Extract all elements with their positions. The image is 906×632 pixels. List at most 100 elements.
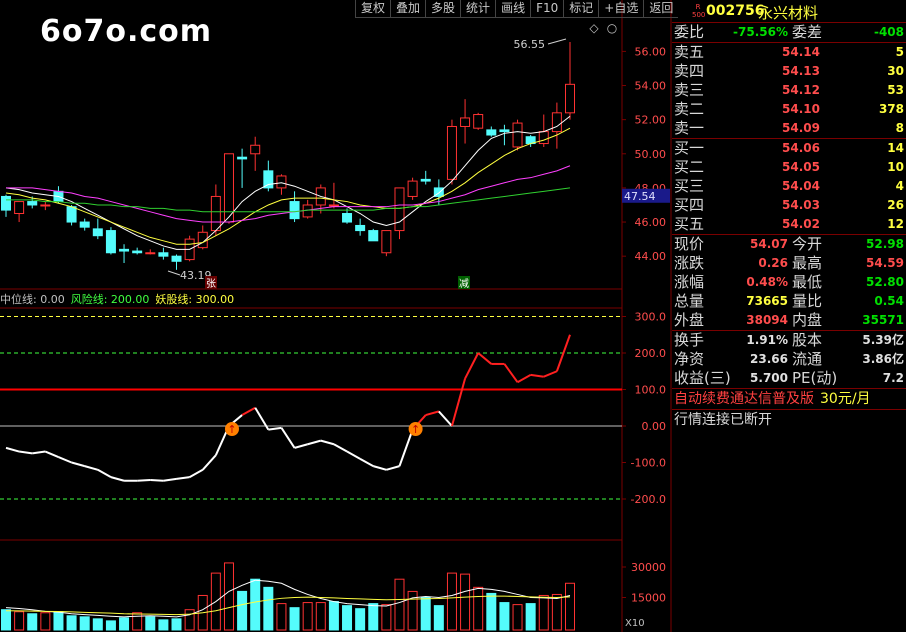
volume-bar — [105, 620, 116, 631]
candle-body — [407, 180, 418, 197]
candle-body — [328, 204, 339, 207]
indicator-tick-label: 300.0 — [635, 311, 667, 324]
candle-body — [473, 114, 484, 129]
sell-order-row[interactable]: 卖一 54.09 8 — [672, 119, 906, 138]
candle-body — [355, 224, 366, 232]
flag-down-label: 减 — [459, 278, 469, 290]
buy-signal-arrow: ↑ — [411, 423, 420, 436]
indicator-segment — [333, 443, 348, 453]
stock-code[interactable]: 002756 — [706, 3, 764, 19]
indicator-segment — [71, 461, 85, 468]
toolbar-button-7[interactable]: +自选 — [598, 0, 644, 18]
candle-body — [132, 250, 143, 254]
candle-body — [145, 252, 156, 255]
indicator-segment — [241, 406, 256, 416]
candle-body — [263, 170, 274, 189]
volume-bar — [486, 592, 497, 631]
sell-order-row[interactable]: 卖五 54.14 5 — [672, 43, 906, 62]
candle-body — [394, 187, 405, 232]
price-tick-label: 52.00 — [635, 114, 667, 127]
buy-order-row[interactable]: 买二 54.05 10 — [672, 158, 906, 177]
fundamental-row: 净资 23.66 流通 3.86亿 — [674, 350, 904, 368]
sell-order-row[interactable]: 卖二 54.10 378 — [672, 100, 906, 119]
volume-bar — [92, 618, 103, 631]
candle-body — [499, 129, 510, 133]
current-price-tag: 47.54 — [624, 190, 656, 203]
volume-bar — [460, 573, 471, 631]
chart-area[interactable]: 56.0054.0052.0050.0048.0046.0044.0047.54… — [0, 0, 672, 632]
candle-body — [158, 252, 169, 257]
volume-bar — [446, 572, 457, 631]
indicator-segment — [477, 352, 492, 365]
buy-order-row[interactable]: 买四 54.03 26 — [672, 196, 906, 215]
volume-bar — [79, 616, 90, 631]
volume-bar — [1, 609, 11, 631]
volume-bar — [499, 602, 510, 631]
indicator-segment — [163, 477, 177, 482]
candle-body — [381, 230, 392, 254]
stock-name[interactable]: 永兴材料 — [758, 2, 818, 23]
fundamental-row: 换手 1.91% 股本 5.39亿 — [674, 331, 904, 349]
indicator-legend-1: 风险线: 200.00 — [70, 293, 150, 306]
indicator-segment — [137, 479, 151, 482]
ma-line-1 — [5, 127, 571, 245]
candle-body — [460, 117, 471, 127]
buy-order-row[interactable]: 买五 54.02 12 — [672, 215, 906, 234]
sell-order-row[interactable]: 卖四 54.13 30 — [672, 62, 906, 81]
candle-body — [14, 201, 25, 215]
volume-bar — [237, 590, 248, 631]
volume-ma-white — [5, 579, 571, 618]
candle-body — [171, 255, 182, 262]
volume-bar — [119, 617, 130, 631]
candle-body — [237, 156, 248, 160]
toolbar-button-2[interactable]: 多股 — [425, 0, 461, 18]
indicator-segment — [268, 426, 282, 431]
indicator-segment — [5, 446, 20, 453]
price-tick-label: 46.00 — [635, 216, 667, 229]
sell-order-row[interactable]: 卖三 54.12 53 — [672, 81, 906, 100]
low-arrow — [167, 270, 181, 276]
candle-body — [105, 230, 116, 254]
stat-row: 涨跌 0.26 最高 54.59 — [674, 254, 904, 272]
volume-bar — [132, 612, 143, 631]
ma-line-0 — [5, 115, 571, 250]
indicator-segment — [280, 427, 296, 449]
volume-bar — [538, 594, 549, 631]
toolbar-button-4[interactable]: 画线 — [495, 0, 531, 18]
indicator-segment — [97, 468, 112, 478]
indicator-segment — [372, 465, 387, 471]
candle-body — [446, 125, 457, 180]
toolbar-button-5[interactable]: F10 — [530, 0, 564, 18]
indicator-segment — [58, 456, 72, 464]
fundamental-row: 收益(三) 5.700 PE(动) 7.2 — [674, 369, 904, 387]
volume-bar — [53, 611, 64, 631]
toolbar-button-0[interactable]: 复权 — [355, 0, 391, 18]
price-tick-label: 56.00 — [635, 45, 667, 58]
indicator-segment — [359, 457, 374, 468]
buy-order-row[interactable]: 买三 54.04 4 — [672, 177, 906, 196]
weicha-value: -408 — [873, 25, 904, 39]
toolbar-button-1[interactable]: 叠加 — [390, 0, 426, 18]
indicator-segment — [530, 373, 544, 378]
indicator-legend-0: 中位线: 0.00 — [0, 293, 65, 306]
toolbar-button-3[interactable]: 统计 — [460, 0, 496, 18]
ma-line-3 — [6, 187, 571, 213]
candle-body — [92, 228, 103, 237]
volume-bar — [551, 593, 562, 631]
stock-header: R 500 002756 永兴材料 — [672, 0, 906, 23]
indicator-tick-label: -100.0 — [631, 457, 666, 470]
indicator-segment — [110, 476, 125, 482]
toolbar-button-6[interactable]: 标记 — [563, 0, 599, 18]
volume-tick-label: 15000 — [631, 592, 666, 605]
volume-bar — [394, 578, 405, 631]
volume-bar — [381, 604, 392, 631]
volume-bar — [433, 605, 444, 631]
volume-bar — [184, 609, 195, 631]
indicator-segment — [386, 465, 400, 471]
stat-row: 现价 54.07 今开 52.98 — [674, 235, 904, 253]
candle-body — [27, 201, 38, 206]
subscription-notice[interactable]: 自动续费通达信普及版 30元/月 — [672, 388, 906, 409]
volume-bar — [145, 616, 156, 631]
candle-body — [79, 221, 90, 228]
buy-order-row[interactable]: 买一 54.06 14 — [672, 139, 906, 158]
